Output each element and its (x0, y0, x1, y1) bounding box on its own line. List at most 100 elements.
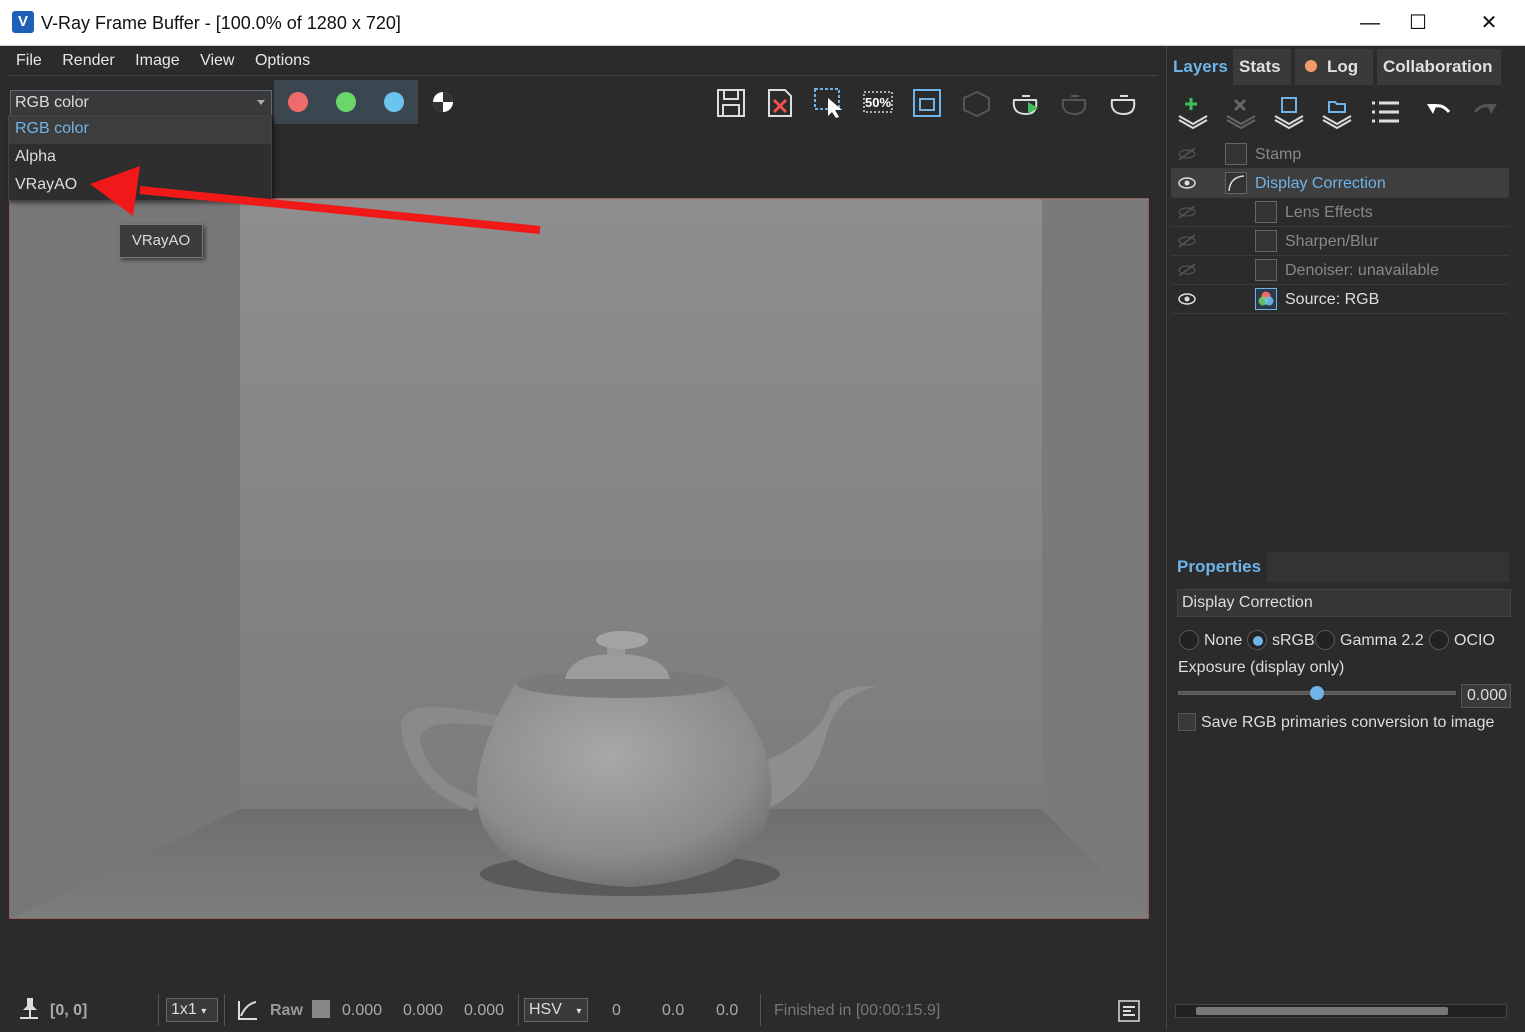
tab-log-label: Log (1327, 57, 1359, 76)
chevron-down-icon: ▾ (576, 1006, 582, 1017)
hsv-value-h: 0 (612, 1002, 621, 1019)
hidden-eye-icon[interactable] (1177, 262, 1197, 278)
separator (518, 994, 519, 1026)
slider-handle[interactable] (1310, 686, 1324, 700)
radio-ocio[interactable] (1429, 630, 1449, 650)
delete-layer-icon[interactable] (1223, 94, 1259, 130)
radio-label: sRGB (1272, 632, 1315, 649)
curve-icon (1225, 172, 1247, 194)
layer-label: Display Correction (1255, 175, 1386, 192)
raw-value-g: 0.000 (403, 1002, 444, 1019)
denoiser-icon (1255, 259, 1277, 281)
raw-label: Raw (270, 1002, 303, 1019)
curve-icon[interactable] (236, 998, 260, 1027)
hidden-eye-icon[interactable] (1177, 204, 1197, 220)
undo-icon[interactable] (1421, 94, 1457, 130)
horizontal-scrollbar[interactable] (1175, 1004, 1507, 1018)
zoom-50-icon[interactable]: 50% (861, 86, 895, 120)
raw-swatch (312, 1000, 330, 1018)
render-teapot-icon[interactable] (1008, 86, 1042, 120)
tab-collaboration[interactable]: Collaboration (1377, 49, 1501, 85)
radio-label: Gamma 2.2 (1340, 632, 1424, 649)
annotation-arrow (90, 166, 541, 234)
save-icon[interactable] (714, 86, 748, 120)
pixel-coords: [0, 0] (50, 1002, 88, 1019)
render-status: Finished in [00:00:15.9] (774, 1002, 941, 1019)
checkbox-label: Save RGB primaries conversion to image (1201, 714, 1495, 731)
side-panel: Layers Stats Log Collaboration Stamp Dis… (1166, 46, 1512, 1030)
pin-icon[interactable] (18, 996, 40, 1027)
hidden-eye-icon[interactable] (1177, 233, 1197, 249)
add-layer-icon[interactable] (1175, 94, 1211, 130)
layer-lens-effects[interactable]: Lens Effects (1171, 198, 1509, 227)
layer-sharpen-blur[interactable]: Sharpen/Blur (1171, 227, 1509, 256)
close-button[interactable]: ✕ (1474, 8, 1504, 38)
clear-image-icon[interactable] (763, 86, 797, 120)
layer-label: Source: RGB (1285, 291, 1380, 308)
hsv-value-v: 0.0 (716, 1002, 739, 1019)
display-correction-radios: None sRGB Gamma 2.2 OCIO (1177, 628, 1511, 654)
redo-icon[interactable] (1467, 94, 1503, 130)
layer-label: Sharpen/Blur (1285, 233, 1379, 250)
layer-list-icon[interactable] (1367, 94, 1403, 130)
separator (224, 994, 225, 1026)
save-rgb-primaries-checkbox[interactable] (1178, 713, 1196, 731)
stop-teapot-icon[interactable] (1057, 86, 1091, 120)
exposure-label: Exposure (display only) (1178, 659, 1345, 676)
layer-label: Denoiser: unavailable (1285, 262, 1439, 279)
zoom-badge-text: 50% (865, 95, 891, 110)
sample-size-value: 1x1 (171, 1001, 197, 1018)
maximize-button[interactable]: ☐ (1403, 8, 1433, 38)
layer-label: Lens Effects (1285, 204, 1373, 221)
properties-title: Properties (1171, 552, 1268, 582)
separator (760, 994, 761, 1026)
layer-label: Stamp (1255, 146, 1302, 163)
tab-stats[interactable]: Stats (1233, 49, 1291, 85)
exposure-slider[interactable] (1178, 686, 1456, 700)
hidden-eye-icon[interactable] (1177, 146, 1197, 162)
frame-icon[interactable] (910, 86, 944, 120)
layer-tree: Stamp Display Correction Lens Effects Sh… (1171, 140, 1509, 314)
radio-none[interactable] (1179, 630, 1199, 650)
teapot-icon[interactable] (1106, 86, 1140, 120)
tab-log[interactable]: Log (1295, 49, 1373, 85)
layer-display-correction[interactable]: Display Correction (1171, 169, 1509, 198)
rgb-source-icon (1255, 288, 1277, 310)
raw-value-r: 0.000 (342, 1002, 383, 1019)
log-alert-dot (1305, 60, 1317, 72)
hsv-value-s: 0.0 (662, 1002, 685, 1019)
region-render-icon[interactable] (812, 86, 846, 120)
separator (158, 994, 159, 1026)
eye-icon[interactable] (1177, 291, 1197, 307)
save-layers-icon[interactable] (1271, 94, 1307, 130)
radio-label: None (1204, 632, 1243, 649)
layer-toolbar (1171, 94, 1511, 134)
scrollbar-thumb[interactable] (1196, 1007, 1448, 1015)
properties-header: Properties (1171, 552, 1509, 582)
radio-srgb[interactable] (1247, 630, 1267, 650)
radio-label: OCIO (1454, 632, 1495, 649)
minimize-button[interactable]: — (1355, 8, 1385, 38)
radio-gamma[interactable] (1315, 630, 1335, 650)
sample-size-select[interactable]: 1x1 ▾ (166, 998, 218, 1022)
raw-value-b: 0.000 (464, 1002, 505, 1019)
exposure-value-field[interactable]: 0.000 (1461, 684, 1511, 708)
side-tabs: Layers Stats Log Collaboration (1167, 49, 1513, 85)
status-bar: [0, 0] 1x1 ▾ Raw 0.000 0.000 0.000 HSV ▾… (8, 990, 1158, 1030)
render-viewport[interactable] (9, 198, 1149, 919)
render-image (10, 199, 1148, 918)
sharpen-icon (1255, 230, 1277, 252)
eye-icon[interactable] (1177, 175, 1197, 191)
color-mode-select[interactable]: HSV ▾ (524, 998, 588, 1022)
properties-layer-name: Display Correction (1177, 589, 1511, 617)
camera-icon[interactable] (959, 86, 993, 120)
chevron-down-icon: ▾ (201, 1006, 207, 1017)
layer-denoiser[interactable]: Denoiser: unavailable (1171, 256, 1509, 285)
tab-layers[interactable]: Layers (1167, 49, 1231, 85)
color-mode-value: HSV (529, 1001, 562, 1018)
layer-stamp[interactable]: Stamp (1171, 140, 1509, 169)
layer-source-rgb[interactable]: Source: RGB (1171, 285, 1509, 314)
stamp-icon (1225, 143, 1247, 165)
load-layers-icon[interactable] (1319, 94, 1355, 130)
log-toggle-icon[interactable] (1118, 1000, 1140, 1027)
